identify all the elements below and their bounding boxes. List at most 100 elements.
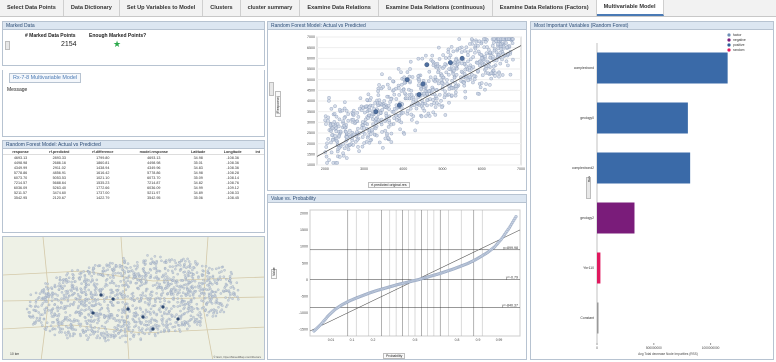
map-point: [131, 317, 134, 321]
data-point: [343, 100, 347, 104]
scatter-chart[interactable]: 1000 1500 2000 2500 3000 3500 4000 4500 5000 5500…: [281, 31, 526, 179]
map-point: [115, 314, 119, 317]
map-point: [139, 308, 143, 311]
map-point: [41, 290, 44, 294]
map-point: [51, 292, 55, 295]
data-point: [362, 132, 367, 136]
map-point: [174, 281, 177, 285]
tab-select-data-points[interactable]: Select Data Points: [0, 0, 64, 16]
map-point: [44, 328, 48, 331]
map-point: [118, 336, 122, 339]
data-point: [369, 114, 374, 119]
map-point: [92, 293, 95, 297]
map-point: [84, 293, 88, 296]
data-point: [366, 92, 371, 97]
map-point: [87, 305, 91, 309]
data-point: [409, 112, 414, 117]
map-point: [136, 264, 139, 267]
data-point: [338, 129, 343, 134]
map-point: [56, 320, 60, 324]
tab-bar: Select Data Points Data Dictionary Set U…: [0, 0, 776, 17]
data-point: [470, 37, 474, 41]
map-point: [166, 280, 169, 283]
map-point: [71, 273, 74, 276]
map-point: [200, 299, 203, 302]
qq-yaxis-dropdown[interactable]: Value: [271, 267, 277, 279]
table-row[interactable]: 3542.95 2120.67 1422.79 3542.95 35.06 -108.45: [3, 195, 264, 200]
data-point: [408, 59, 413, 64]
map-point: [178, 261, 181, 264]
data-point: [374, 117, 378, 121]
tab-examine-data-relations[interactable]: Examine Data Relations: [300, 0, 379, 16]
data-point: [500, 57, 504, 62]
map-point: [56, 294, 59, 297]
multivariable-model-link[interactable]: Rx-7-8 Multivariable Model: [9, 73, 82, 83]
map-point: [123, 306, 126, 309]
map-point: [219, 310, 222, 313]
data-point: [477, 39, 482, 44]
data-point: [357, 149, 361, 153]
tab-data-dictionary[interactable]: Data Dictionary: [64, 0, 120, 16]
map-panel[interactable]: 10 km © Esri, OpenStreetMap contributors: [2, 236, 265, 360]
data-point: [387, 76, 392, 81]
map-point: [57, 284, 60, 288]
map-point: [171, 279, 175, 282]
map-point: [170, 307, 173, 310]
map-point: [122, 296, 125, 300]
map-point: [154, 300, 157, 304]
map-point: [117, 271, 120, 275]
tab-set-up-variables[interactable]: Set Up Variables to Model: [120, 0, 204, 16]
data-point: [428, 97, 432, 101]
rf-table-panel: Random Forest Model: Actual vs Predicted…: [2, 140, 265, 233]
bar: [597, 52, 728, 84]
marked-expand-button[interactable]: [5, 41, 10, 50]
data-point: [454, 90, 458, 95]
map-point: [166, 291, 170, 295]
tab-multivariable-model[interactable]: Multivariable Model: [596, 0, 664, 16]
map-point: [153, 318, 157, 322]
map-point: [164, 272, 167, 275]
map-point: [196, 313, 199, 317]
data-point: [419, 87, 424, 91]
map-point: [34, 291, 38, 295]
map-point: [106, 304, 110, 307]
map-point: [211, 315, 215, 318]
scatter-xaxis-dropdown[interactable]: rf.predicted original.res: [368, 182, 410, 188]
data-point: [466, 59, 470, 64]
qq-xaxis-dropdown[interactable]: Probability: [383, 353, 406, 359]
map-point: [75, 288, 79, 292]
data-point: [356, 145, 360, 149]
data-point: [416, 83, 421, 88]
data-point: [381, 146, 385, 150]
map-point: [165, 306, 168, 310]
data-point: [396, 86, 401, 90]
map-point: [187, 291, 190, 294]
tab-cluster-summary[interactable]: cluster summary: [241, 0, 301, 16]
data-point: [344, 129, 348, 134]
data-point: [380, 130, 384, 134]
map-point: [218, 275, 222, 278]
data-point: [422, 91, 426, 96]
map-point: [214, 300, 218, 303]
tab-examine-continuous[interactable]: Examine Data Relations (continuous): [379, 0, 493, 16]
tab-examine-factors[interactable]: Examine Data Relations (Factors): [493, 0, 597, 16]
map-point: [145, 316, 148, 319]
map-point: [124, 276, 127, 280]
map-point: [232, 293, 235, 296]
qq-chart[interactable]: -1500 -1000 -500 0 500 1000 1500 2000 0.01 0.1 0.2…: [280, 204, 526, 350]
map-point: [122, 278, 126, 282]
map-point: [142, 267, 145, 270]
map-point: [57, 313, 61, 316]
map-point: [210, 290, 213, 294]
map-point: [126, 262, 130, 265]
map-canvas[interactable]: [3, 237, 265, 360]
scatter-left-toggle[interactable]: [269, 82, 274, 96]
map-point: [199, 324, 202, 327]
multivariable-model-panel: Rx-7-8 Multivariable Model Message: [2, 70, 265, 137]
map-point: [79, 325, 82, 328]
map-point: [191, 287, 194, 290]
map-point: [95, 293, 98, 297]
tab-clusters[interactable]: Clusters: [203, 0, 241, 16]
x-tick-label: 0.8: [455, 338, 460, 342]
bar: [597, 152, 691, 184]
